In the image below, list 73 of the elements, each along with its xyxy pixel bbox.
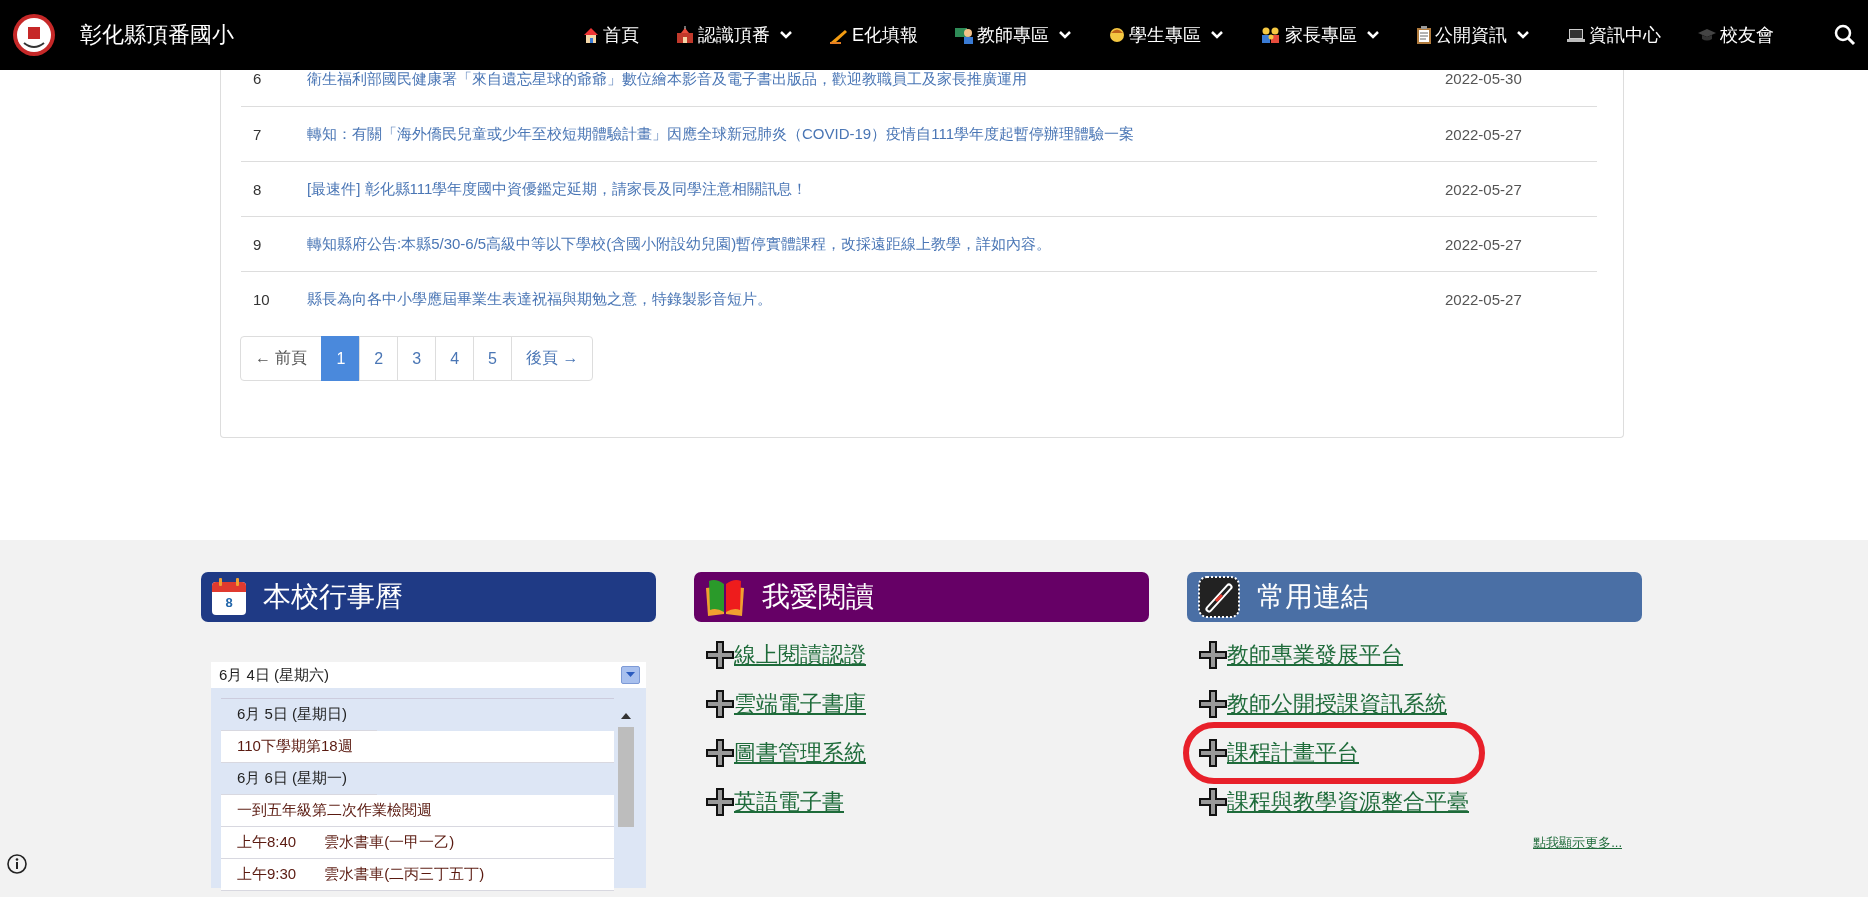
nav-menu-item[interactable]: 資訊中心 xyxy=(1566,23,1661,47)
search-icon[interactable] xyxy=(1834,24,1856,46)
date-select[interactable]: 6月 4日 (星期六) xyxy=(211,662,646,688)
plus-icon xyxy=(1199,788,1227,816)
news-link[interactable]: 縣長為向各中小學應屆畢業生表達祝福與期勉之意，特錄製影音短片。 xyxy=(307,289,772,307)
calendar-event: 雲水書車(一甲一乙) xyxy=(324,833,455,852)
nav-menu-item[interactable]: 學生專區 xyxy=(1108,23,1224,47)
page-link[interactable]: 4 xyxy=(435,336,475,381)
news-link[interactable]: 衛生福利部國民健康署「來自遺忘星球的爺爺」數位繪本影音及電子書出版品，歡迎教職員工及家長推廣運用 xyxy=(307,70,1027,87)
news-date: 2022-05-30 xyxy=(1445,70,1522,87)
row-number: 8 xyxy=(253,180,262,198)
nav-menu-item[interactable]: 認識頂番 xyxy=(675,23,793,47)
resource-link[interactable]: 課程計畫平台 xyxy=(1227,738,1359,768)
nav-menu-item[interactable]: 公開資訊 xyxy=(1416,23,1530,47)
nav-menu-item[interactable]: 校友會 xyxy=(1697,23,1774,47)
school-logo[interactable] xyxy=(12,13,56,57)
page-link[interactable]: 2 xyxy=(359,336,399,381)
event-time: 上午9:30 xyxy=(237,865,297,884)
info-icon[interactable] xyxy=(6,853,28,875)
section-title: 我愛閱讀 xyxy=(762,580,874,614)
nav-menu-item[interactable]: 首頁 xyxy=(582,23,639,47)
nav-menu-item[interactable]: 家長專區 xyxy=(1260,23,1380,47)
show-more-link[interactable]: 點我顯示更多... xyxy=(1533,834,1622,852)
plus-icon xyxy=(1199,739,1227,767)
scroll-up-icon xyxy=(621,713,631,719)
family-icon xyxy=(1260,26,1282,44)
nav-menu-item[interactable]: E化填報 xyxy=(829,23,918,47)
resource-link[interactable]: 圖書管理系統 xyxy=(734,738,866,768)
news-date: 2022-05-27 xyxy=(1445,125,1522,143)
chain-link-icon xyxy=(1197,575,1241,619)
section-title: 常用連結 xyxy=(1257,580,1369,614)
laptop-icon xyxy=(1566,27,1586,43)
resource-link[interactable]: 教師公開授課資訊系統 xyxy=(1227,689,1447,719)
dropdown-arrow-icon xyxy=(626,672,635,678)
news-link[interactable]: 轉知：有關「海外僑民兒童或少年至校短期體驗計畫」因應全球新冠肺炎（COVID-19）疫情自111學年度起暫停辦理體驗一案 xyxy=(307,124,1134,142)
page-link[interactable]: ← 前頁 xyxy=(240,336,323,381)
calendar-event: 雲水書車(二丙三丁五丁) xyxy=(324,865,485,884)
school-icon xyxy=(675,26,695,44)
news-date: 2022-05-27 xyxy=(1445,235,1522,253)
plus-icon xyxy=(1199,641,1227,669)
plus-icon xyxy=(706,788,734,816)
calendar-event: 一到五年級第二次作業檢閱週 xyxy=(221,795,614,827)
teacher-icon xyxy=(954,26,974,44)
page-link[interactable]: 3 xyxy=(397,336,437,381)
news-date: 2022-05-27 xyxy=(1445,290,1522,308)
page-link[interactable]: 5 xyxy=(473,336,512,381)
resource-link[interactable]: 課程與教學資源整合平臺 xyxy=(1227,787,1469,817)
child-icon xyxy=(1108,26,1126,44)
news-date: 2022-05-27 xyxy=(1445,180,1522,198)
row-number: 10 xyxy=(253,290,270,308)
site-title[interactable]: 彰化縣頂番國小 xyxy=(80,20,234,50)
clipboard-icon xyxy=(1416,26,1432,44)
row-number: 6 xyxy=(253,70,262,87)
plus-icon xyxy=(706,690,734,718)
page-link[interactable]: 1 xyxy=(321,336,361,381)
news-link[interactable]: [最速件] 彰化縣111學年度國中資優鑑定延期，請家長及同學注意相關訊息！ xyxy=(307,179,808,197)
resource-link[interactable]: 英語電子書 xyxy=(734,787,844,817)
plus-icon xyxy=(706,739,734,767)
event-time: 上午8:40 xyxy=(237,833,297,852)
house-icon xyxy=(582,26,600,44)
news-link[interactable]: 轉知縣府公告:本縣5/30-6/5高級中等以下學校(含國小附設幼兒園)暫停實體課程，改採遠距線上教學，詳如內容。 xyxy=(307,234,1052,252)
resource-link[interactable]: 教師專業發展平台 xyxy=(1227,640,1403,670)
section-title: 本校行事曆 xyxy=(263,580,403,614)
calendar-event: 110下學期第18週 xyxy=(221,731,614,763)
graduation-cap-icon xyxy=(1697,27,1717,43)
resource-link[interactable]: 線上閱讀認證 xyxy=(734,640,866,670)
row-number: 9 xyxy=(253,235,262,253)
row-number: 7 xyxy=(253,125,262,143)
resource-link[interactable]: 雲端電子書庫 xyxy=(734,689,866,719)
page-link[interactable]: 後頁 → xyxy=(511,336,594,381)
nav-menu-item[interactable]: 教師專區 xyxy=(954,23,1072,47)
plus-icon xyxy=(1199,690,1227,718)
plus-icon xyxy=(706,641,734,669)
